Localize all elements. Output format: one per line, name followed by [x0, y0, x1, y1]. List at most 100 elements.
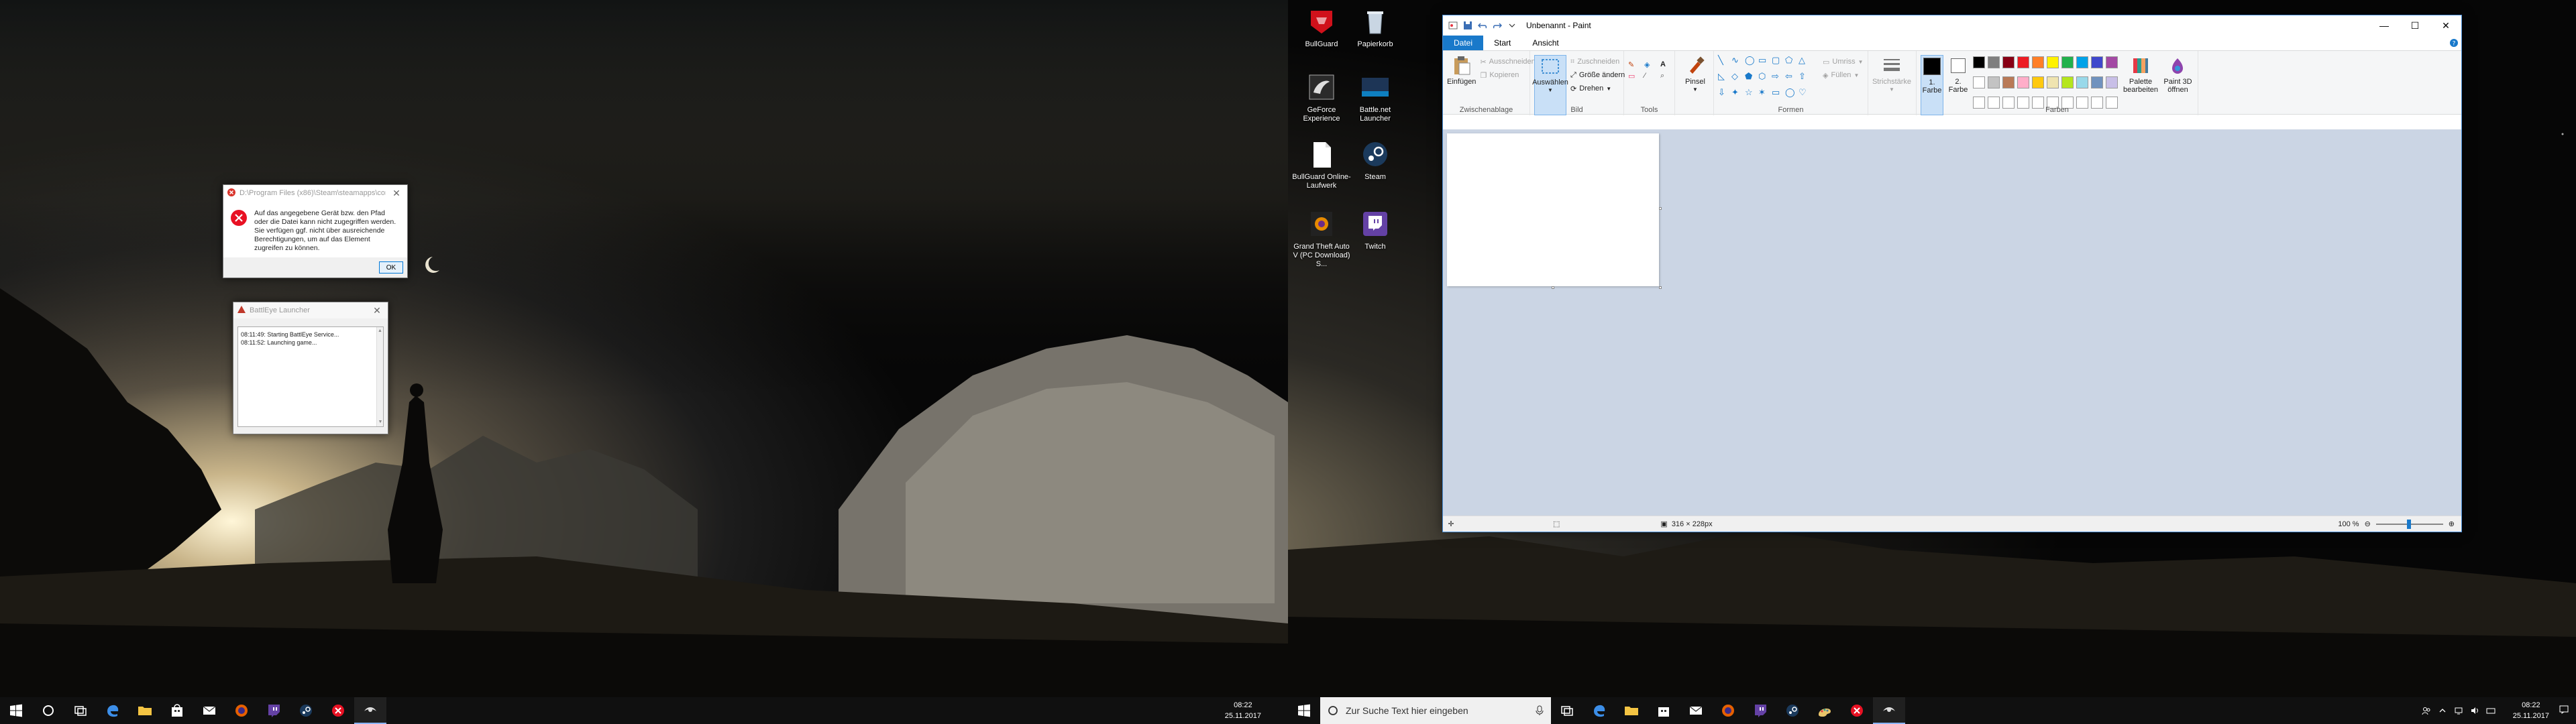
- minimize-button[interactable]: —: [2369, 15, 2400, 36]
- close-button[interactable]: ✕: [2430, 15, 2461, 36]
- start-button[interactable]: [1288, 697, 1320, 724]
- taskbar-search-box[interactable]: Zur Suche Text hier eingeben: [1320, 697, 1551, 724]
- people-icon[interactable]: [2422, 706, 2431, 715]
- line-icon[interactable]: ╲: [1718, 55, 1730, 70]
- zoom-slider[interactable]: [2375, 519, 2443, 529]
- color-swatch[interactable]: [2061, 76, 2074, 88]
- oval-icon[interactable]: ◯: [1745, 55, 1757, 70]
- taskbar-error-app[interactable]: [1841, 697, 1873, 724]
- color-swatch[interactable]: [2091, 56, 2103, 68]
- rectangle-icon[interactable]: ▭: [1758, 55, 1770, 70]
- zoom-slider-thumb[interactable]: [2406, 519, 2411, 529]
- taskbar-edge[interactable]: [1583, 697, 1615, 724]
- taskbar-explorer[interactable]: [1615, 697, 1648, 724]
- drawing-canvas[interactable]: [1447, 133, 1662, 289]
- close-icon[interactable]: ✕: [390, 188, 403, 199]
- taskbar-edge[interactable]: [97, 697, 129, 724]
- save-icon[interactable]: [1463, 21, 1472, 30]
- desktop-icon-recycle-bin[interactable]: Papierkorb: [1344, 5, 1406, 49]
- taskbar-firefox[interactable]: [1712, 697, 1744, 724]
- desktop-icon-battlenet[interactable]: Battle.net Launcher: [1344, 71, 1406, 123]
- crop-button[interactable]: ⌗ Zuschneiden: [1570, 55, 1625, 68]
- triangle-icon[interactable]: △: [1799, 55, 1811, 70]
- color-swatch[interactable]: [1973, 76, 1985, 88]
- color-swatch[interactable]: [2032, 56, 2044, 68]
- keyboard-icon[interactable]: [2486, 706, 2496, 715]
- redo-icon[interactable]: [1493, 21, 1502, 30]
- color-swatch[interactable]: [2017, 76, 2029, 88]
- resize-button[interactable]: ⤢ Größe ändern: [1570, 68, 1625, 82]
- color-swatch[interactable]: [2106, 76, 2118, 88]
- task-view-button[interactable]: [64, 697, 97, 724]
- taskbar-twitch[interactable]: [258, 697, 290, 724]
- arrow-up-icon[interactable]: ⇧: [1799, 71, 1811, 86]
- arrow-left-icon[interactable]: ⇦: [1785, 71, 1797, 86]
- outline-button[interactable]: ▭ Umriss ▼: [1823, 55, 1864, 68]
- taskbar-battleye[interactable]: [354, 697, 386, 724]
- callout-rect-icon[interactable]: ▭: [1772, 87, 1784, 102]
- taskbar-steam[interactable]: [290, 697, 322, 724]
- color-picker-icon[interactable]: ⁄: [1644, 72, 1658, 80]
- tab-ansicht[interactable]: Ansicht: [1521, 36, 1569, 50]
- taskbar-store[interactable]: [1648, 697, 1680, 724]
- eraser-icon[interactable]: ▭: [1628, 72, 1642, 80]
- undo-icon[interactable]: [1478, 21, 1487, 30]
- star6-icon[interactable]: ✶: [1758, 87, 1770, 102]
- color-swatch[interactable]: [2047, 56, 2059, 68]
- fill-button[interactable]: ◈ Füllen ▼: [1823, 68, 1864, 82]
- color-swatch[interactable]: [2047, 76, 2059, 88]
- fill-bucket-icon[interactable]: ◈: [1644, 60, 1658, 69]
- taskbar-mail[interactable]: [193, 697, 225, 724]
- copy-button[interactable]: ❐ Kopieren: [1480, 68, 1535, 82]
- resize-handle-right[interactable]: [1659, 207, 1662, 210]
- maximize-button[interactable]: ☐: [2400, 15, 2430, 36]
- color-swatch[interactable]: [2076, 76, 2088, 88]
- cut-button[interactable]: ✂ Ausschneiden: [1480, 55, 1535, 68]
- rounded-rect-icon[interactable]: ▢: [1772, 55, 1784, 70]
- task-view-button[interactable]: [1551, 697, 1583, 724]
- tab-datei[interactable]: Datei: [1443, 36, 1484, 50]
- canvas-area[interactable]: [1443, 129, 2461, 517]
- scroll-up-icon[interactable]: ▲: [377, 327, 383, 335]
- taskbar-steam[interactable]: [1776, 697, 1809, 724]
- taskbar-battleye[interactable]: [1873, 697, 1905, 724]
- color-swatch[interactable]: [2002, 56, 2015, 68]
- color-swatch[interactable]: [2017, 56, 2029, 68]
- taskbar-firefox[interactable]: [225, 697, 258, 724]
- tab-start[interactable]: Start: [1483, 36, 1521, 50]
- color-swatch[interactable]: [2032, 76, 2044, 88]
- rotate-button[interactable]: ⟳ Drehen ▼: [1570, 82, 1625, 95]
- hexagon-icon[interactable]: ⬡: [1758, 71, 1770, 86]
- color-swatch[interactable]: [1988, 76, 2000, 88]
- taskbar-twitch[interactable]: [1744, 697, 1776, 724]
- battleye-log[interactable]: 08:11:49: Starting BattlEye Service... 0…: [237, 326, 384, 427]
- volume-icon[interactable]: [2470, 706, 2479, 715]
- zoom-in-button[interactable]: ⊕: [2449, 520, 2455, 528]
- color-swatch[interactable]: [1988, 56, 2000, 68]
- scroll-down-icon[interactable]: ▼: [377, 418, 384, 426]
- taskbar-clock[interactable]: 08:22 25.11.2017: [1225, 700, 1261, 721]
- help-button[interactable]: ?: [2447, 36, 2461, 50]
- desktop-icon-steam[interactable]: Steam: [1344, 138, 1406, 182]
- desktop-icon-geforce[interactable]: GeForce Experience: [1291, 71, 1352, 123]
- chevron-down-icon[interactable]: [1507, 21, 1517, 30]
- desktop-icon-twitch[interactable]: Twitch: [1344, 208, 1406, 251]
- ok-button[interactable]: OK: [379, 261, 403, 274]
- resize-handle-corner[interactable]: [1659, 286, 1662, 289]
- desktop-icon-gta[interactable]: Grand Theft Auto V (PC Download) S...: [1291, 208, 1352, 269]
- text-icon[interactable]: A: [1660, 60, 1674, 69]
- taskbar-paint[interactable]: [1809, 697, 1841, 724]
- microphone-icon[interactable]: [1535, 705, 1544, 716]
- arrow-down-icon[interactable]: ⇩: [1718, 87, 1730, 102]
- color-swatch[interactable]: [2076, 56, 2088, 68]
- brushes-button[interactable]: Pinsel ▼: [1679, 55, 1711, 94]
- color-swatch[interactable]: [1973, 56, 1985, 68]
- close-icon[interactable]: ✕: [370, 305, 384, 316]
- diamond-icon[interactable]: ◇: [1731, 71, 1743, 86]
- polygon-icon[interactable]: ⬠: [1785, 55, 1797, 70]
- chevron-up-icon[interactable]: [2438, 706, 2447, 715]
- color-swatch[interactable]: [2002, 76, 2015, 88]
- heart-icon[interactable]: ♡: [1799, 87, 1811, 102]
- arrow-right-icon[interactable]: ⇨: [1772, 71, 1784, 86]
- paint-app-icon[interactable]: [1448, 21, 1458, 30]
